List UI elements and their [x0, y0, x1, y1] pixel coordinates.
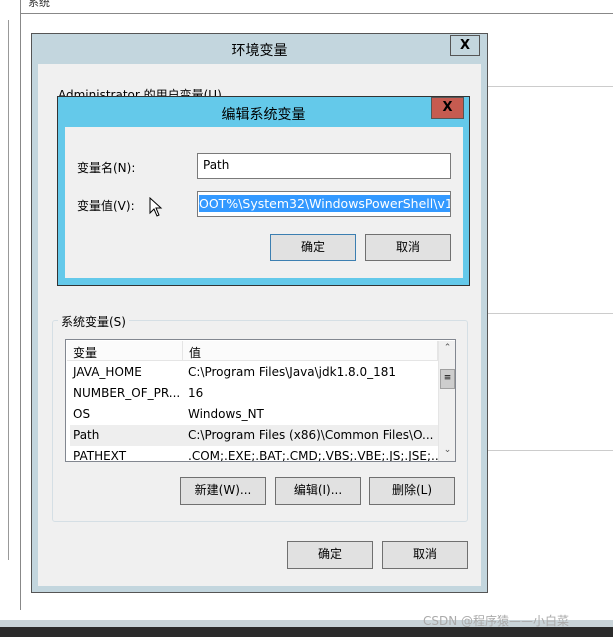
close-button[interactable]: X — [431, 97, 464, 119]
var-value: C:\Program Files\Java\jdk1.8.0_181 — [188, 365, 397, 379]
var-value: C:\Program Files (x86)\Common Files\O... — [188, 428, 434, 442]
close-button[interactable]: X — [450, 35, 480, 56]
variable-name-input[interactable]: Path — [197, 153, 451, 179]
nav-item-system[interactable]: 系统 — [28, 0, 50, 10]
divider — [20, 0, 21, 610]
divider — [20, 13, 613, 14]
divider — [487, 86, 613, 87]
column-header-variable[interactable]: 变量 — [67, 341, 183, 361]
dialog-title: 环境变量 — [231, 43, 288, 59]
ok-button[interactable]: 确定 — [287, 541, 373, 569]
system-vars-label: 系统变量(S) — [58, 313, 129, 330]
column-header-value[interactable]: 值 — [183, 341, 438, 361]
cancel-button[interactable]: 取消 — [382, 541, 468, 569]
var-name: Path — [73, 428, 100, 442]
chevron-up-icon[interactable]: ⌃ — [439, 343, 455, 353]
edit-ok-button[interactable]: 确定 — [270, 234, 356, 261]
table-row-selected[interactable]: Path C:\Program Files (x86)\Common Files… — [70, 425, 438, 446]
user-vars-label: Administrator 的用户变量(U) — [58, 88, 222, 96]
dialog-content: 变量名(N): Path 变量值(V): OOT%\System32\Windo… — [65, 127, 463, 278]
delete-button[interactable]: 删除(L) — [369, 477, 455, 505]
watermark: CSDN @程序猿——小白菜 — [423, 614, 570, 628]
system-vars-list[interactable]: 变量 值 JAVA_HOME C:\Program Files\Java\jdk… — [65, 339, 456, 462]
divider — [487, 313, 613, 314]
var-value: Windows_NT — [188, 407, 264, 421]
var-name: JAVA_HOME — [73, 365, 142, 379]
table-row[interactable]: NUMBER_OF_PR... 16 — [70, 383, 438, 404]
dialog-title: 编辑系统变量 — [221, 107, 306, 123]
table-row[interactable]: PATHEXT .COM;.EXE;.BAT;.CMD;.VBS;.VBE;.J… — [70, 446, 442, 462]
mouse-cursor-icon — [149, 197, 163, 217]
scrollbar-thumb[interactable]: ≡ — [440, 369, 455, 389]
vertical-scrollbar[interactable]: ⌃ ≡ ⌄ — [438, 341, 455, 461]
new-button[interactable]: 新建(W)... — [180, 477, 266, 505]
variable-name-label: 变量名(N): — [77, 161, 136, 175]
var-name: OS — [73, 407, 91, 421]
variable-value-label: 变量值(V): — [77, 199, 135, 213]
chevron-down-icon[interactable]: ⌄ — [439, 445, 455, 455]
table-row[interactable]: OS Windows_NT — [70, 404, 438, 425]
edit-button[interactable]: 编辑(I)... — [275, 477, 361, 505]
var-value: 16 — [188, 386, 204, 400]
selected-text: OOT%\System32\WindowsPowerShell\v1.0\ — [199, 195, 450, 212]
edit-system-variable-dialog: 编辑系统变量 X 变量名(N): Path 变量值(V): OOT%\Syste… — [57, 96, 470, 286]
var-name: PATHEXT — [73, 449, 127, 462]
divider — [487, 450, 613, 451]
edit-cancel-button[interactable]: 取消 — [365, 234, 451, 261]
left-panel — [0, 20, 9, 560]
table-row[interactable]: JAVA_HOME C:\Program Files\Java\jdk1.8.0… — [70, 362, 438, 383]
variable-value-input[interactable]: OOT%\System32\WindowsPowerShell\v1.0\ — [197, 191, 451, 217]
var-name: NUMBER_OF_PR... — [73, 386, 181, 400]
var-value: .COM;.EXE;.BAT;.CMD;.VBS;.VBE;.JS;.JSE;.… — [188, 449, 443, 462]
